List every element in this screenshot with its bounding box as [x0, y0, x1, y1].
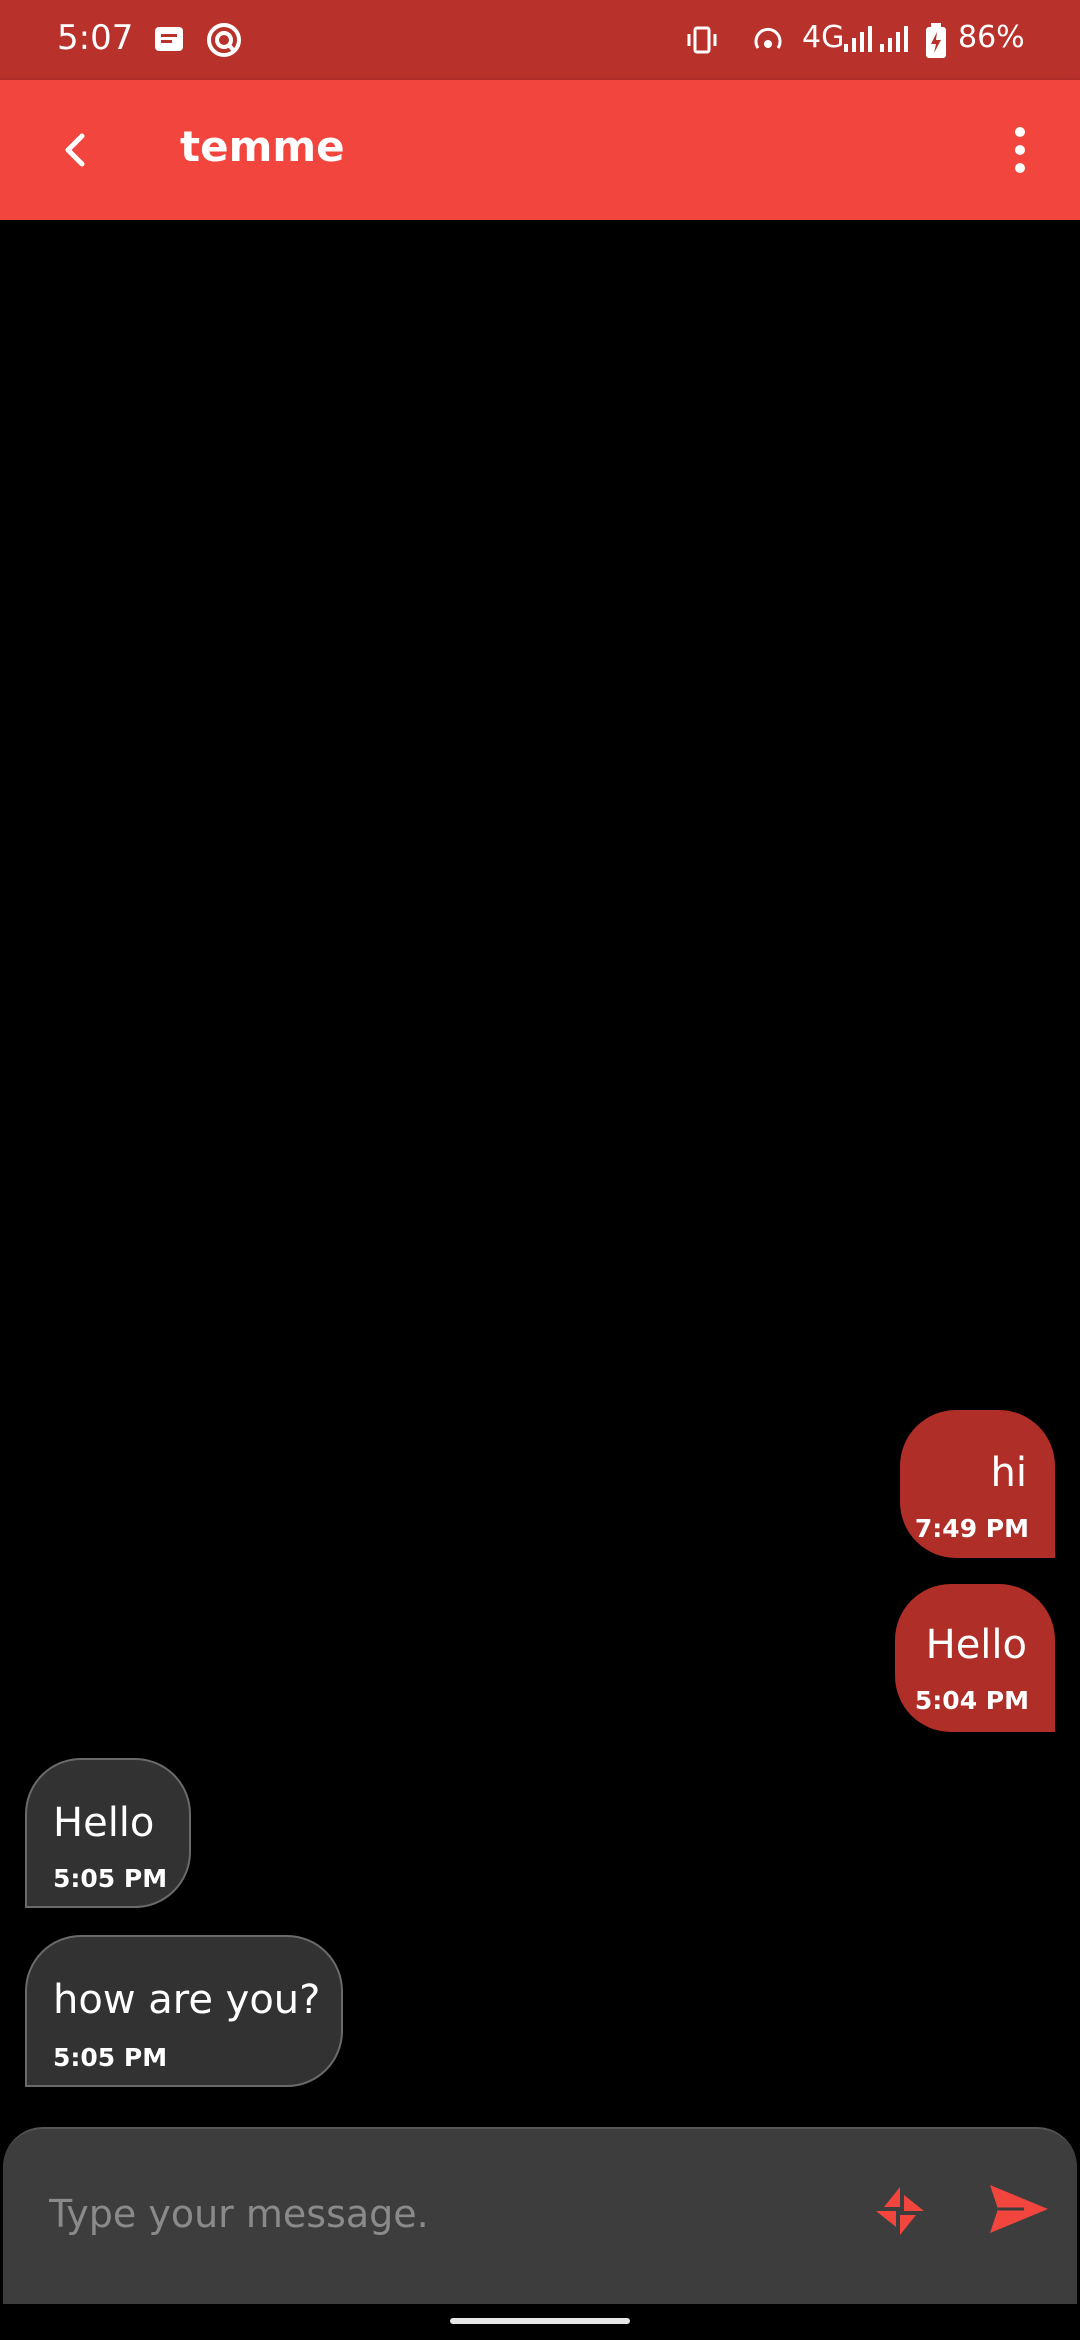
gesture-navigation-bar[interactable]: [450, 2318, 630, 2324]
chat-title: temme: [180, 122, 345, 171]
chat-header: temme: [0, 80, 1080, 220]
status-time: 5:07: [57, 18, 134, 58]
send-icon[interactable]: [988, 2181, 1050, 2237]
vibrate-icon: [684, 22, 720, 62]
more-options-icon[interactable]: [1000, 120, 1040, 180]
sent-message-bubble[interactable]: Hello 5:04 PM: [895, 1584, 1055, 1732]
message-text: Hello: [53, 1800, 155, 1846]
message-time: 5:04 PM: [914, 1686, 1029, 1715]
received-message-bubble[interactable]: Hello 5:05 PM: [25, 1758, 191, 1908]
back-arrow-icon[interactable]: [50, 124, 102, 176]
sent-message-bubble[interactable]: hi 7:49 PM: [900, 1410, 1055, 1558]
battery-level: 86%: [958, 20, 1025, 55]
message-input[interactable]: [47, 2173, 831, 2255]
received-message-bubble[interactable]: how are you? 5:05 PM: [25, 1935, 343, 2087]
signal-icon: [842, 22, 912, 60]
network-type: 4G: [802, 20, 845, 55]
message-notification-icon: [152, 22, 186, 60]
message-time: 5:05 PM: [53, 1864, 168, 1893]
message-text: hi: [990, 1450, 1027, 1496]
message-text: how are you?: [53, 1977, 321, 2023]
hotspot-icon: [750, 22, 786, 62]
message-time: 7:49 PM: [914, 1514, 1029, 1543]
battery-icon: [924, 22, 948, 64]
message-time: 5:05 PM: [53, 2043, 168, 2072]
attachment-icon[interactable]: [870, 2181, 930, 2241]
message-text: Hello: [925, 1622, 1027, 1668]
app-notification-icon: [206, 22, 242, 62]
message-composer: [3, 2127, 1077, 2304]
status-bar: 5:07 4G 86%: [0, 0, 1080, 80]
